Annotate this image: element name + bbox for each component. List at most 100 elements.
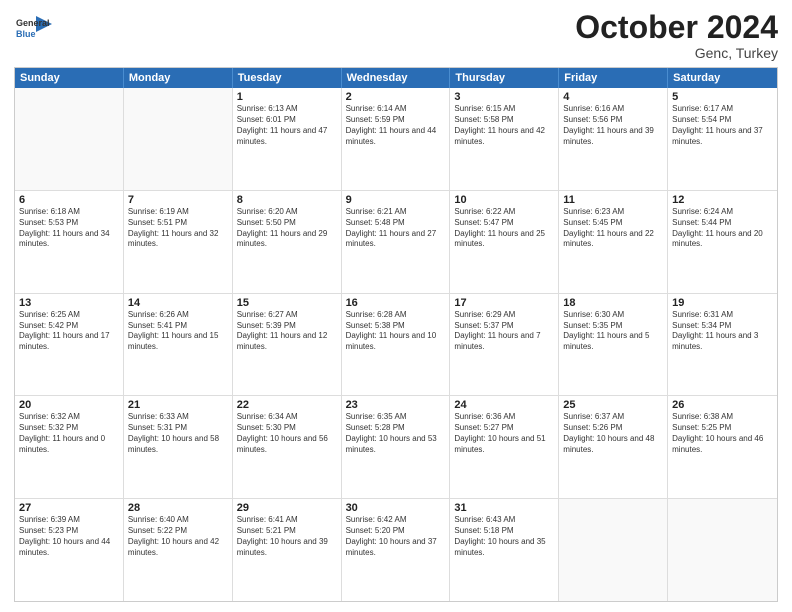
daylight-text: Daylight: 11 hours and 37 minutes. (672, 126, 773, 148)
day-number: 29 (237, 502, 337, 514)
day-number: 31 (454, 502, 554, 514)
sunset-text: Sunset: 5:20 PM (346, 526, 446, 537)
daylight-text: Daylight: 10 hours and 42 minutes. (128, 537, 228, 559)
calendar-cell: 13Sunrise: 6:25 AMSunset: 5:42 PMDayligh… (15, 294, 124, 396)
calendar-cell: 20Sunrise: 6:32 AMSunset: 5:32 PMDayligh… (15, 396, 124, 498)
sunrise-text: Sunrise: 6:25 AM (19, 310, 119, 321)
sunrise-text: Sunrise: 6:43 AM (454, 515, 554, 526)
sunset-text: Sunset: 5:53 PM (19, 218, 119, 229)
sunset-text: Sunset: 5:34 PM (672, 321, 773, 332)
sunset-text: Sunset: 5:23 PM (19, 526, 119, 537)
sunrise-text: Sunrise: 6:17 AM (672, 104, 773, 115)
calendar-cell (668, 499, 777, 601)
calendar-cell: 25Sunrise: 6:37 AMSunset: 5:26 PMDayligh… (559, 396, 668, 498)
calendar-cell: 8Sunrise: 6:20 AMSunset: 5:50 PMDaylight… (233, 191, 342, 293)
daylight-text: Daylight: 11 hours and 10 minutes. (346, 331, 446, 353)
svg-text:General: General (16, 18, 50, 28)
sunset-text: Sunset: 5:59 PM (346, 115, 446, 126)
week-row-4: 27Sunrise: 6:39 AMSunset: 5:23 PMDayligh… (15, 498, 777, 601)
sunset-text: Sunset: 5:35 PM (563, 321, 663, 332)
sunrise-text: Sunrise: 6:16 AM (563, 104, 663, 115)
sunrise-text: Sunrise: 6:27 AM (237, 310, 337, 321)
daylight-text: Daylight: 10 hours and 44 minutes. (19, 537, 119, 559)
daylight-text: Daylight: 11 hours and 27 minutes. (346, 229, 446, 251)
calendar-cell: 22Sunrise: 6:34 AMSunset: 5:30 PMDayligh… (233, 396, 342, 498)
sunrise-text: Sunrise: 6:28 AM (346, 310, 446, 321)
daylight-text: Daylight: 10 hours and 58 minutes. (128, 434, 228, 456)
daylight-text: Daylight: 10 hours and 48 minutes. (563, 434, 663, 456)
sunrise-text: Sunrise: 6:31 AM (672, 310, 773, 321)
logo-icon: General Blue (14, 10, 52, 48)
week-row-1: 6Sunrise: 6:18 AMSunset: 5:53 PMDaylight… (15, 190, 777, 293)
sunset-text: Sunset: 5:41 PM (128, 321, 228, 332)
daylight-text: Daylight: 11 hours and 32 minutes. (128, 229, 228, 251)
sunset-text: Sunset: 5:39 PM (237, 321, 337, 332)
day-number: 17 (454, 297, 554, 309)
calendar-cell: 9Sunrise: 6:21 AMSunset: 5:48 PMDaylight… (342, 191, 451, 293)
sunrise-text: Sunrise: 6:40 AM (128, 515, 228, 526)
sunset-text: Sunset: 5:25 PM (672, 423, 773, 434)
sunrise-text: Sunrise: 6:36 AM (454, 412, 554, 423)
day-number: 24 (454, 399, 554, 411)
sunset-text: Sunset: 5:18 PM (454, 526, 554, 537)
calendar-cell: 1Sunrise: 6:13 AMSunset: 6:01 PMDaylight… (233, 88, 342, 190)
sunrise-text: Sunrise: 6:34 AM (237, 412, 337, 423)
header-day-monday: Monday (124, 68, 233, 88)
calendar-cell: 14Sunrise: 6:26 AMSunset: 5:41 PMDayligh… (124, 294, 233, 396)
daylight-text: Daylight: 10 hours and 35 minutes. (454, 537, 554, 559)
sunrise-text: Sunrise: 6:38 AM (672, 412, 773, 423)
sunset-text: Sunset: 5:26 PM (563, 423, 663, 434)
daylight-text: Daylight: 11 hours and 17 minutes. (19, 331, 119, 353)
day-number: 9 (346, 194, 446, 206)
header-day-friday: Friday (559, 68, 668, 88)
sunrise-text: Sunrise: 6:14 AM (346, 104, 446, 115)
day-number: 22 (237, 399, 337, 411)
daylight-text: Daylight: 11 hours and 42 minutes. (454, 126, 554, 148)
daylight-text: Daylight: 10 hours and 53 minutes. (346, 434, 446, 456)
day-number: 28 (128, 502, 228, 514)
calendar-header: SundayMondayTuesdayWednesdayThursdayFrid… (15, 68, 777, 88)
month-title: October 2024 (575, 10, 778, 45)
sunrise-text: Sunrise: 6:21 AM (346, 207, 446, 218)
calendar-cell: 18Sunrise: 6:30 AMSunset: 5:35 PMDayligh… (559, 294, 668, 396)
daylight-text: Daylight: 11 hours and 12 minutes. (237, 331, 337, 353)
calendar-cell: 30Sunrise: 6:42 AMSunset: 5:20 PMDayligh… (342, 499, 451, 601)
day-number: 26 (672, 399, 773, 411)
day-number: 7 (128, 194, 228, 206)
week-row-2: 13Sunrise: 6:25 AMSunset: 5:42 PMDayligh… (15, 293, 777, 396)
sunset-text: Sunset: 5:56 PM (563, 115, 663, 126)
calendar-cell: 10Sunrise: 6:22 AMSunset: 5:47 PMDayligh… (450, 191, 559, 293)
day-number: 5 (672, 91, 773, 103)
daylight-text: Daylight: 11 hours and 34 minutes. (19, 229, 119, 251)
header-day-sunday: Sunday (15, 68, 124, 88)
calendar-cell: 17Sunrise: 6:29 AMSunset: 5:37 PMDayligh… (450, 294, 559, 396)
daylight-text: Daylight: 10 hours and 56 minutes. (237, 434, 337, 456)
calendar-cell: 21Sunrise: 6:33 AMSunset: 5:31 PMDayligh… (124, 396, 233, 498)
daylight-text: Daylight: 10 hours and 37 minutes. (346, 537, 446, 559)
day-number: 6 (19, 194, 119, 206)
calendar: SundayMondayTuesdayWednesdayThursdayFrid… (14, 67, 778, 602)
sunset-text: Sunset: 5:22 PM (128, 526, 228, 537)
logo: General Blue (14, 10, 52, 48)
day-number: 11 (563, 194, 663, 206)
day-number: 13 (19, 297, 119, 309)
calendar-cell: 23Sunrise: 6:35 AMSunset: 5:28 PMDayligh… (342, 396, 451, 498)
daylight-text: Daylight: 11 hours and 44 minutes. (346, 126, 446, 148)
sunset-text: Sunset: 5:30 PM (237, 423, 337, 434)
sunrise-text: Sunrise: 6:20 AM (237, 207, 337, 218)
calendar-cell: 2Sunrise: 6:14 AMSunset: 5:59 PMDaylight… (342, 88, 451, 190)
sunrise-text: Sunrise: 6:35 AM (346, 412, 446, 423)
sunrise-text: Sunrise: 6:13 AM (237, 104, 337, 115)
calendar-cell: 24Sunrise: 6:36 AMSunset: 5:27 PMDayligh… (450, 396, 559, 498)
day-number: 8 (237, 194, 337, 206)
daylight-text: Daylight: 11 hours and 39 minutes. (563, 126, 663, 148)
sunrise-text: Sunrise: 6:29 AM (454, 310, 554, 321)
sunrise-text: Sunrise: 6:23 AM (563, 207, 663, 218)
daylight-text: Daylight: 11 hours and 47 minutes. (237, 126, 337, 148)
sunrise-text: Sunrise: 6:24 AM (672, 207, 773, 218)
sunset-text: Sunset: 5:37 PM (454, 321, 554, 332)
sunrise-text: Sunrise: 6:15 AM (454, 104, 554, 115)
calendar-cell: 31Sunrise: 6:43 AMSunset: 5:18 PMDayligh… (450, 499, 559, 601)
day-number: 30 (346, 502, 446, 514)
day-number: 2 (346, 91, 446, 103)
